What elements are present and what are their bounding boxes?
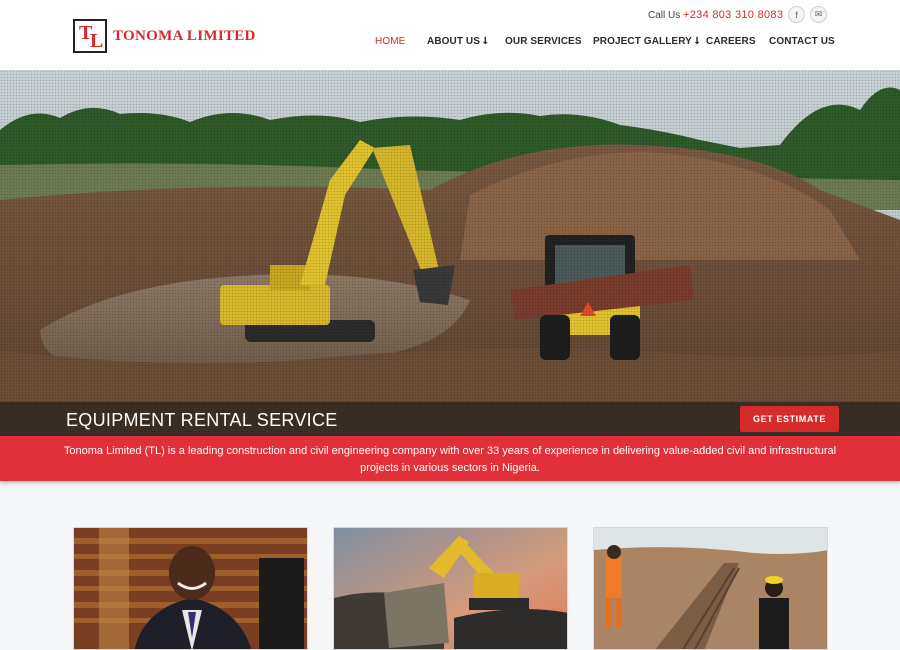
nav-our-services[interactable]: OUR SERVICES [505,36,582,47]
get-estimate-button[interactable]: GET ESTIMATE [740,406,839,432]
intro-banner: Tonoma Limited (TL) is a leading constru… [0,436,900,481]
facebook-icon[interactable]: f [788,6,805,23]
mail-icon[interactable]: ✉ [810,6,827,23]
civil-works-photo [594,528,827,649]
hero-title: EQUIPMENT RENTAL SERVICE [66,410,338,430]
phone-number[interactable]: +234 803 310 8083 [683,9,783,21]
chairman-photo [74,528,307,649]
call-us-label: Call Us [648,10,681,21]
card-excavation[interactable] [333,527,568,650]
logo-mark: T L [73,19,107,53]
hero-overlay-pattern [0,70,900,436]
nav-contact-us[interactable]: CONTACT US [769,36,835,47]
logo-mark-l: L [90,30,104,52]
nav-about-us[interactable]: ABOUT US ⭣ [427,36,488,47]
site-header: T L TONOMA LIMITED Call Us +234 803 310 … [0,0,900,70]
nav-project-gallery[interactable]: PROJECT GALLERY ⭣ [593,36,699,47]
nav-home[interactable]: HOME [375,36,405,47]
call-us: Call Us +234 803 310 8083 [648,9,783,22]
card-civil-works[interactable] [593,527,828,650]
hero-slider: EQUIPMENT RENTAL SERVICE GET ESTIMATE [0,70,900,436]
brand-name: TONOMA LIMITED [113,27,256,44]
excavator-photo [334,528,567,649]
card-chairman[interactable] [73,527,308,650]
nav-careers[interactable]: CAREERS [706,36,756,47]
site-logo[interactable]: T L TONOMA LIMITED [73,19,256,53]
intro-text: Tonoma Limited (TL) is a leading constru… [63,445,837,474]
